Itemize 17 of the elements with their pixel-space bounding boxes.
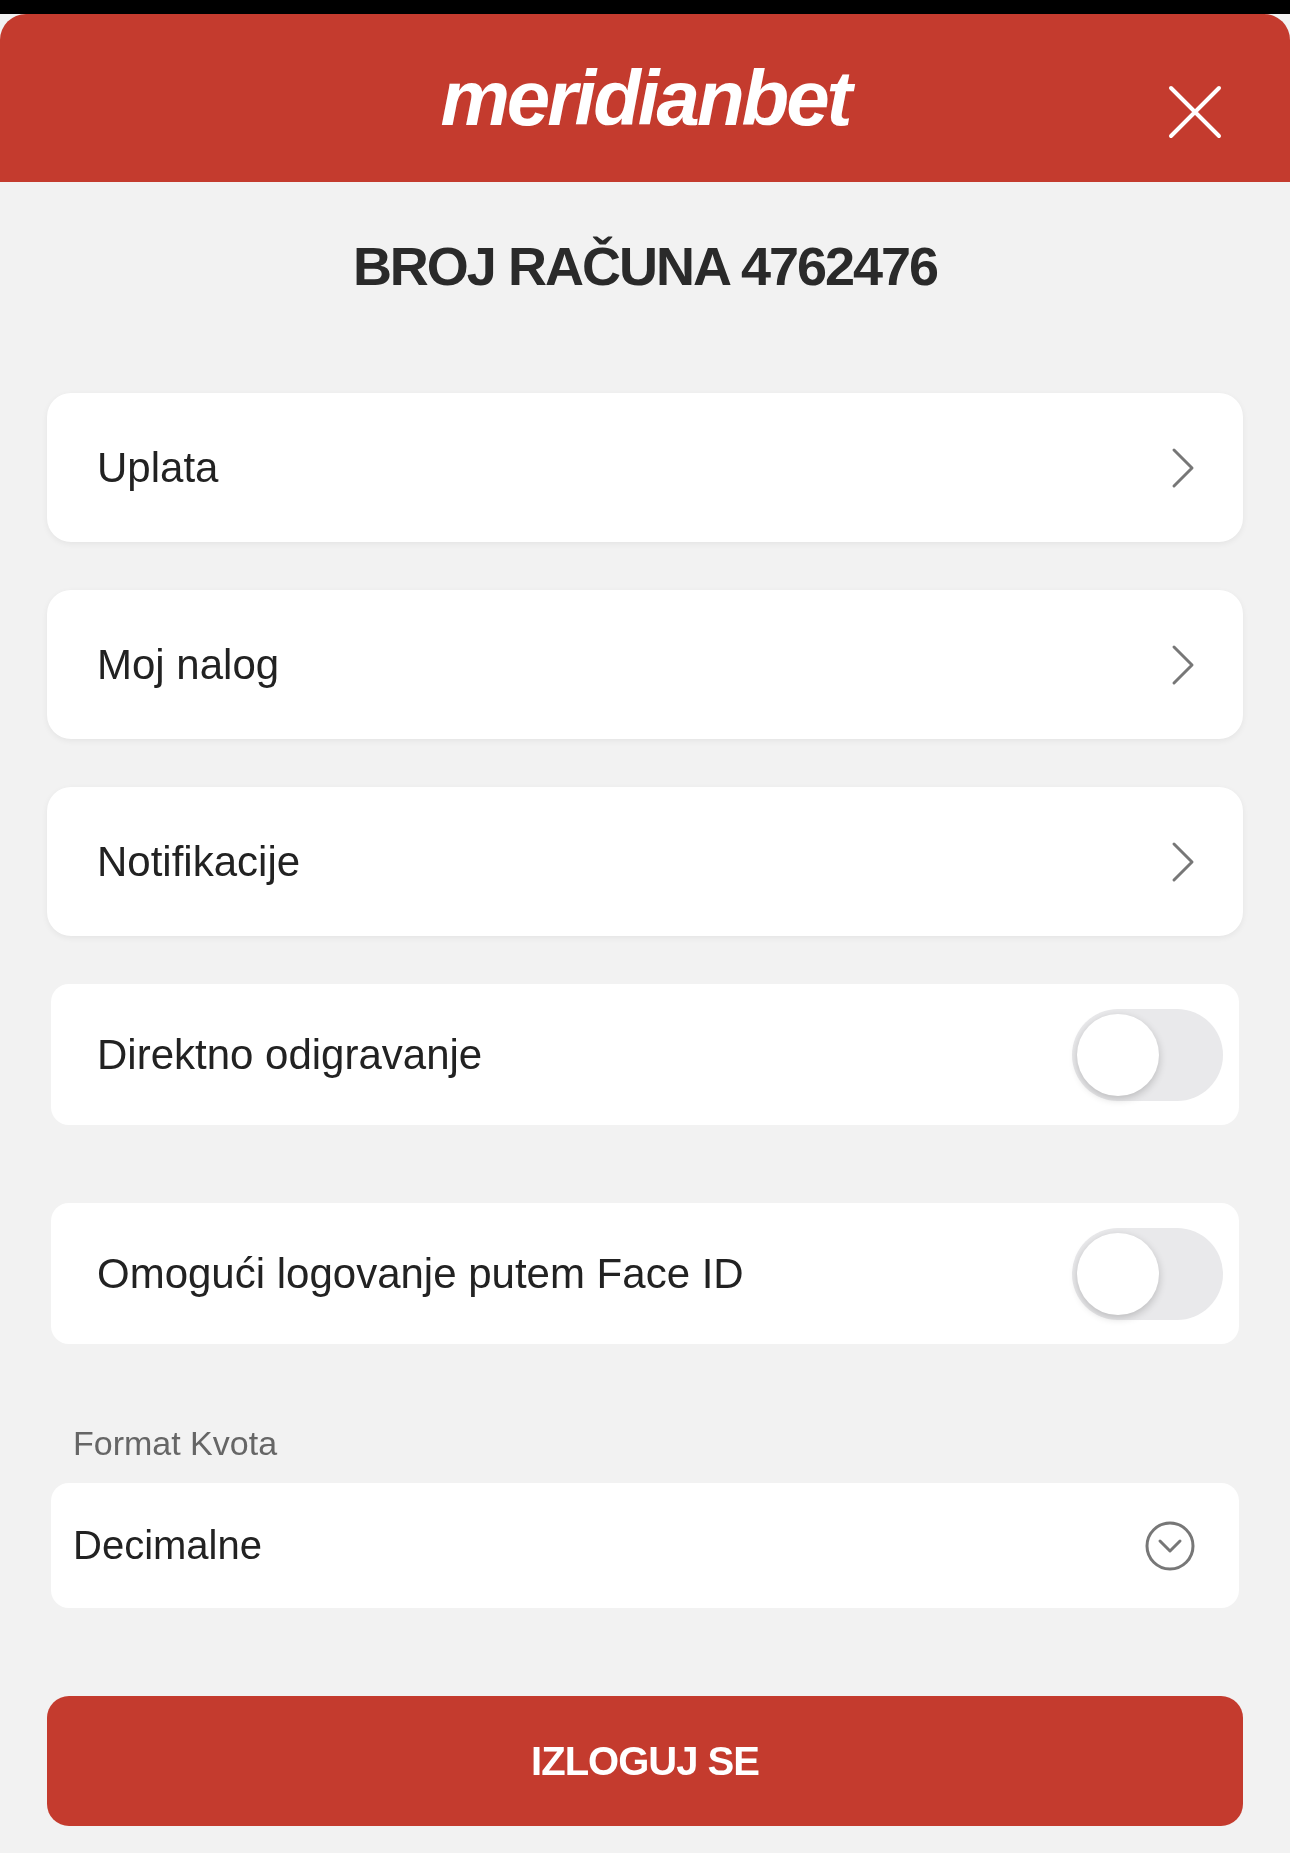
logout-button[interactable]: IZLOGUJ SE: [47, 1696, 1243, 1826]
account-number-title: BROJ RAČUNA 4762476: [351, 235, 939, 298]
odds-format-dropdown[interactable]: Decimalne: [51, 1483, 1239, 1608]
chevron-right-icon: [1171, 643, 1195, 686]
chevron-right-icon: [1171, 446, 1195, 489]
menu-item[interactable]: Moj nalog: [47, 590, 1243, 739]
menu-item-label: Notifikacije: [97, 837, 301, 886]
setting-label: Omogući logovanje putem Face ID: [97, 1249, 744, 1298]
section-label: Format Kvota: [73, 1424, 279, 1463]
close-icon[interactable]: [1167, 84, 1223, 140]
chevron-right-icon: [1171, 840, 1195, 883]
chevron-down-circle-icon: [1144, 1519, 1196, 1572]
setting-label: Direktno odigravanje: [97, 1030, 483, 1079]
menu-item[interactable]: Notifikacije: [47, 787, 1243, 936]
menu-item-label: Moj nalog: [97, 640, 280, 689]
menu-item-label: Uplata: [97, 443, 219, 492]
menu-item[interactable]: Uplata: [47, 393, 1243, 542]
